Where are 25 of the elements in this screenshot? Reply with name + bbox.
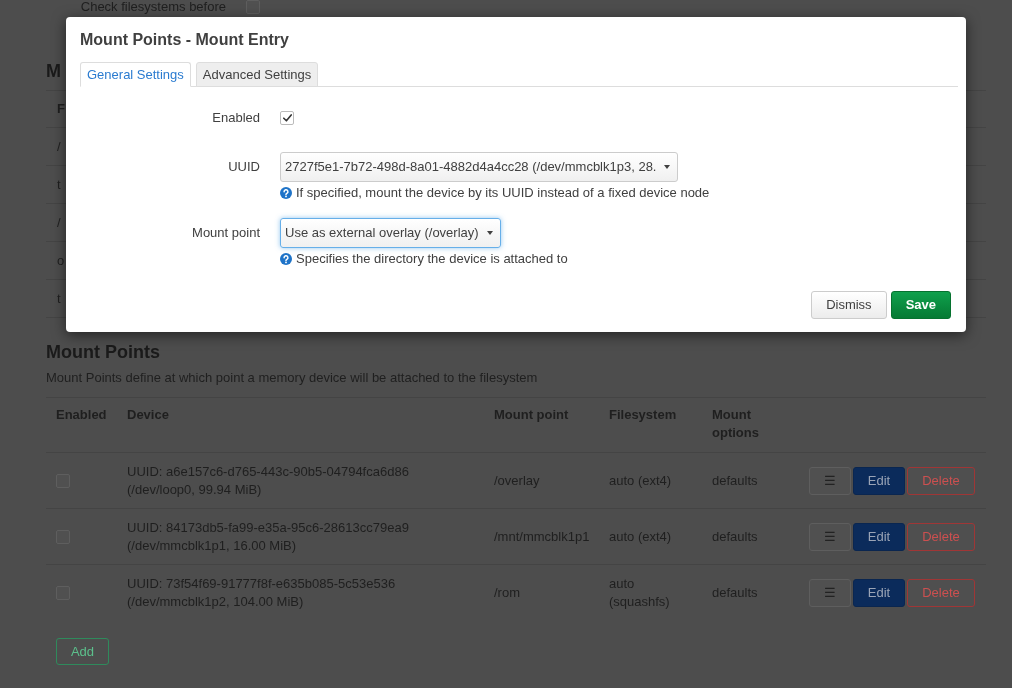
checkmark-icon [282,114,292,122]
dismiss-button[interactable]: Dismiss [811,291,887,319]
edit-button[interactable]: Edit [853,579,905,607]
dropdown[interactable]: Use as external overlay (/overlay) [280,218,501,248]
help-text: Specifies the directory the device is attached to [296,252,568,266]
table-cell: / [57,138,61,155]
edit-button[interactable]: Edit [853,522,905,551]
checkbox[interactable] [246,0,260,14]
field-label: Enabled [212,110,260,126]
edit-button[interactable]: Edit [853,466,905,495]
save-button[interactable]: Save [890,291,951,319]
field-label: Mount point [192,225,260,241]
checkbox[interactable] [280,111,294,125]
dialog-title: Mount Points - Mount Entry [80,31,289,49]
table-cell: / [57,214,61,231]
help-text: If specified, mount the device by its UUID instead of a fixed device node [296,186,710,200]
field-label: UUID [228,159,260,175]
add-button[interactable]: Add [56,638,109,665]
tab[interactable]: Advanced Settings [195,62,319,87]
caret-icon [486,231,493,235]
tab[interactable]: General Settings [80,62,191,87]
caret-icon [664,165,671,169]
help-icon [280,253,292,265]
dropdown[interactable]: 2727f5e1-7b72-498d-8a01-4882d4a4cc28 (/dev/mmcblk1p3, 28. [280,152,679,182]
help-icon [280,187,292,199]
